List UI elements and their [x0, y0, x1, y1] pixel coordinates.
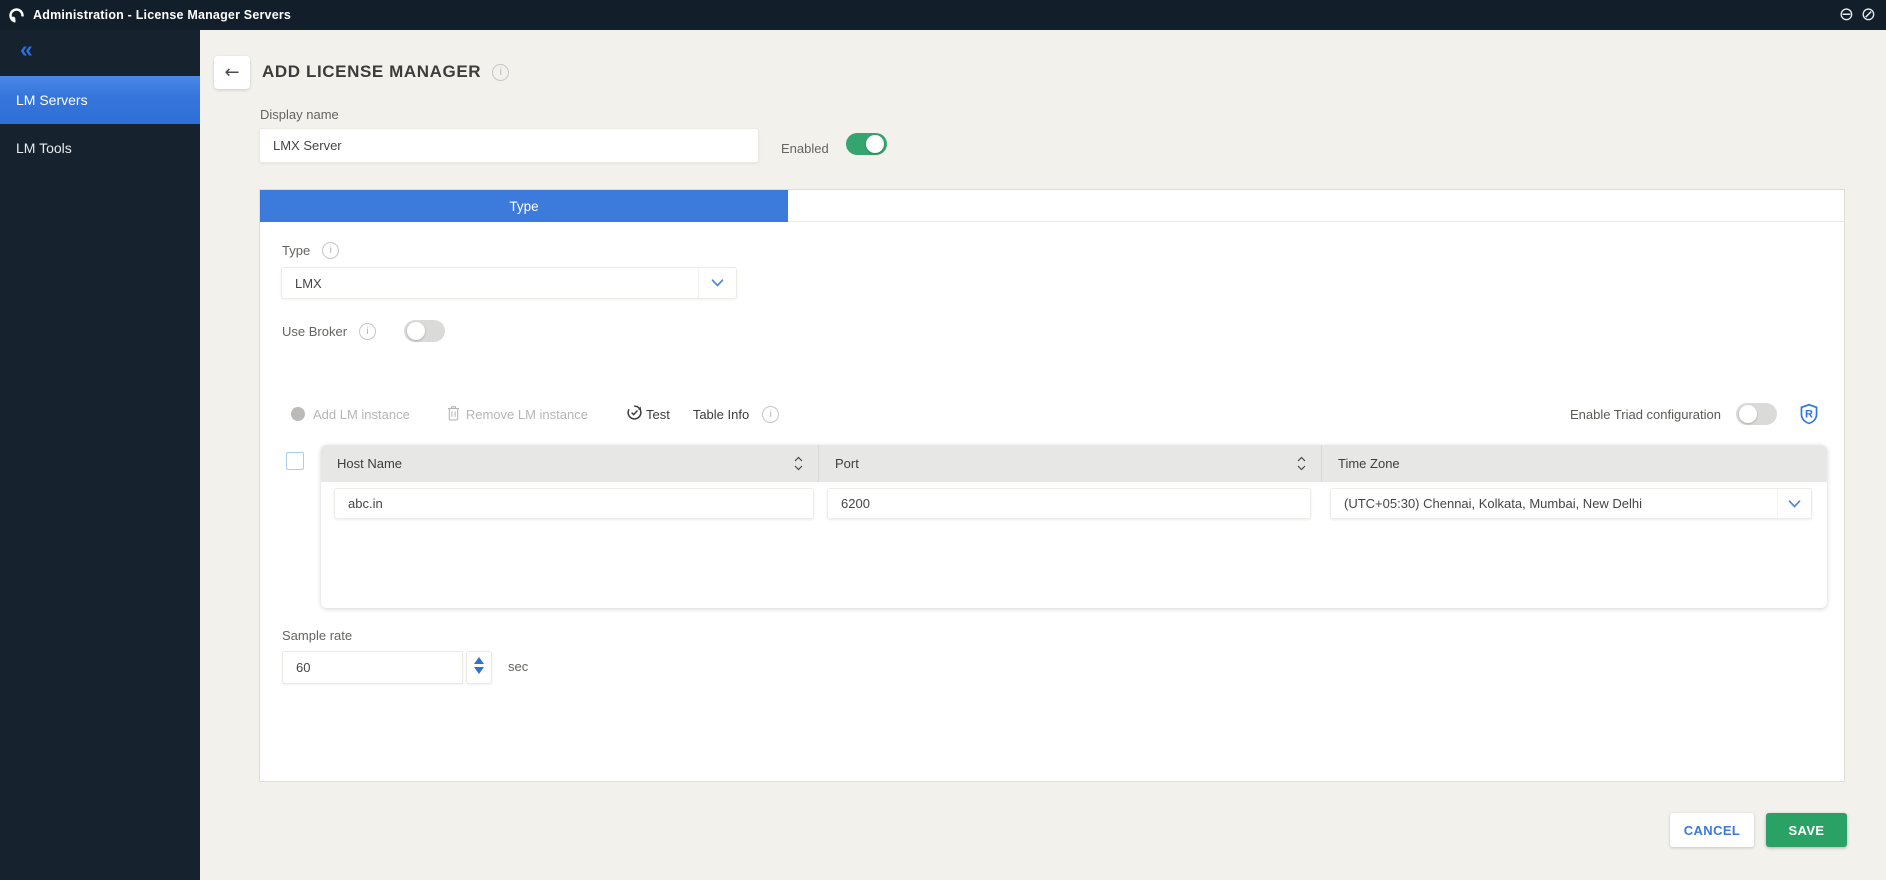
- add-lm-instance-label: Add LM instance: [313, 407, 410, 422]
- window-title: Administration - License Manager Servers: [33, 8, 291, 22]
- svg-text:R: R: [1805, 409, 1813, 421]
- enabled-toggle[interactable]: [846, 133, 887, 155]
- triad-shield-icon[interactable]: R: [1799, 403, 1819, 425]
- sort-icon[interactable]: [793, 456, 804, 471]
- sidebar-item-lm-tools[interactable]: LM Tools: [0, 124, 200, 172]
- type-label: Type: [282, 243, 310, 258]
- sort-icon[interactable]: [1296, 456, 1307, 471]
- toggle-knob: [1739, 405, 1757, 423]
- column-header-port[interactable]: Port: [819, 445, 1322, 482]
- add-lm-instance-button[interactable]: Add LM instance: [291, 407, 410, 422]
- tab-type[interactable]: Type: [260, 190, 788, 222]
- stepper-down-icon[interactable]: [474, 667, 484, 674]
- type-info-icon[interactable]: [322, 242, 339, 259]
- type-select-value: LMX: [282, 276, 698, 291]
- test-label: Test: [646, 407, 670, 422]
- column-header-label: Host Name: [337, 456, 402, 471]
- port-input[interactable]: [827, 488, 1311, 519]
- trash-icon: [447, 405, 460, 424]
- tab-row: Type: [260, 190, 1844, 222]
- chevron-down-icon: [1777, 489, 1811, 518]
- enable-triad-label: Enable Triad configuration: [1570, 407, 1721, 422]
- use-broker-row: Use Broker: [282, 318, 445, 344]
- select-all-checkbox[interactable]: [286, 452, 304, 470]
- sample-rate-label: Sample rate: [282, 628, 352, 643]
- type-field-label-row: Type: [282, 242, 339, 259]
- column-header-time-zone[interactable]: Time Zone: [1322, 445, 1827, 482]
- page-title: ADD LICENSE MANAGER: [262, 62, 509, 82]
- stepper-up-icon[interactable]: [474, 657, 484, 664]
- save-button[interactable]: SAVE: [1766, 813, 1847, 847]
- minimize-icon[interactable]: [1839, 6, 1854, 24]
- sidebar-nav: LM Servers LM Tools: [0, 76, 200, 172]
- remove-lm-instance-button[interactable]: Remove LM instance: [447, 405, 588, 424]
- table-info-icon[interactable]: [762, 406, 779, 423]
- column-header-label: Port: [835, 456, 859, 471]
- display-name-label: Display name: [260, 107, 339, 122]
- toggle-knob: [407, 322, 425, 340]
- table-header-row: Host Name Port Time Zone: [321, 445, 1827, 482]
- timezone-value: (UTC+05:30) Chennai, Kolkata, Mumbai, Ne…: [1331, 496, 1777, 511]
- enabled-label: Enabled: [781, 141, 829, 156]
- test-refresh-icon: [626, 404, 643, 424]
- chevron-down-icon: [698, 268, 736, 298]
- instance-toolbar: Add LM instance Remove LM instance Tes: [291, 401, 1819, 427]
- sidebar-item-label: LM Tools: [16, 140, 72, 156]
- test-button[interactable]: Test: [626, 404, 670, 424]
- sidebar: « LM Servers LM Tools: [0, 30, 200, 880]
- use-broker-toggle[interactable]: [404, 320, 445, 342]
- add-circle-icon: [291, 407, 305, 421]
- titlebar: Administration - License Manager Servers: [0, 0, 1886, 30]
- type-panel: Type Type LMX Use Broker Add LM instance: [259, 189, 1845, 782]
- use-broker-info-icon[interactable]: [359, 323, 376, 340]
- timezone-select[interactable]: (UTC+05:30) Chennai, Kolkata, Mumbai, Ne…: [1330, 488, 1812, 519]
- close-icon[interactable]: [1861, 6, 1876, 24]
- sample-rate-stepper[interactable]: [466, 651, 492, 684]
- table-info-label: Table Info: [693, 407, 749, 422]
- host-name-input[interactable]: [334, 488, 814, 519]
- triad-configuration-group: Enable Triad configuration R: [1570, 403, 1819, 425]
- sample-rate-unit: sec: [508, 659, 528, 674]
- sample-rate-input[interactable]: [282, 651, 463, 684]
- use-broker-label: Use Broker: [282, 324, 347, 339]
- window-controls: [1839, 6, 1876, 24]
- table-info-button[interactable]: Table Info: [693, 406, 779, 423]
- display-name-input[interactable]: [259, 128, 759, 163]
- sidebar-item-label: LM Servers: [16, 92, 88, 108]
- app-logo-icon: [8, 7, 25, 24]
- lm-instance-table: Host Name Port Time Zone: [321, 445, 1827, 608]
- remove-lm-instance-label: Remove LM instance: [466, 407, 588, 422]
- page-info-icon[interactable]: [492, 64, 509, 81]
- sidebar-item-lm-servers[interactable]: LM Servers: [0, 76, 200, 124]
- back-button[interactable]: [214, 56, 250, 89]
- toggle-knob: [866, 135, 884, 153]
- type-select[interactable]: LMX: [281, 267, 737, 299]
- column-header-host-name[interactable]: Host Name: [321, 445, 819, 482]
- enable-triad-toggle[interactable]: [1736, 403, 1777, 425]
- cancel-button[interactable]: CANCEL: [1670, 813, 1754, 847]
- column-header-label: Time Zone: [1338, 456, 1400, 471]
- page-title-text: ADD LICENSE MANAGER: [262, 62, 481, 82]
- sidebar-collapse-icon[interactable]: «: [20, 38, 33, 61]
